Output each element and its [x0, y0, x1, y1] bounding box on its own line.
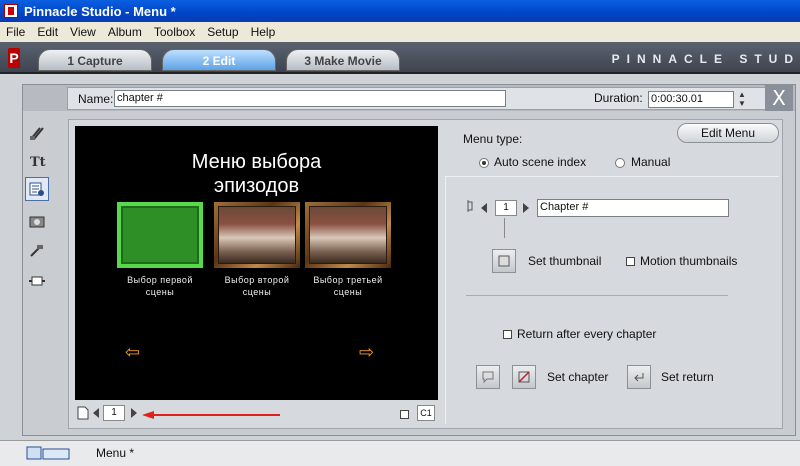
tab-capture[interactable]: 1 Capture [38, 49, 152, 71]
svg-text:Tt: Tt [30, 155, 46, 170]
set-chapter-button[interactable] [512, 365, 536, 389]
set-return-button[interactable] [627, 365, 651, 389]
auto-scene-index-label: Auto scene index [494, 155, 587, 169]
prev-chapter-icon[interactable] [481, 203, 487, 213]
set-chapter-icon [518, 371, 530, 383]
menu-toolbox-icon[interactable] [25, 177, 49, 201]
menu-title-line-2: эпизодов [213, 175, 300, 197]
effects-toolbox-icon[interactable] [25, 269, 49, 293]
motion-thumbnails-label: Motion thumbnails [640, 254, 738, 268]
menu-setup[interactable]: Setup [201, 25, 244, 39]
menu-view[interactable]: View [64, 25, 102, 39]
chapter-connector-line [504, 218, 505, 238]
return-after-every-chapter-label: Return after every chapter [517, 327, 657, 341]
menu-help[interactable]: Help [245, 25, 282, 39]
chapter-thumbnail-1[interactable] [117, 202, 203, 268]
duration-field[interactable]: 0:00:30.01 [648, 91, 734, 108]
timeline-view-icon[interactable] [26, 445, 72, 463]
menu-preview: Меню выбора эпизодов Выбор первой сцены В… [75, 126, 438, 400]
menu-type-label: Menu type: [463, 132, 523, 146]
menu-toolbox[interactable]: Toolbox [148, 25, 201, 39]
chapter-index-field[interactable]: 1 [495, 200, 517, 216]
previous-page-arrow-icon[interactable]: ⇦ [125, 342, 140, 363]
menu-album[interactable]: Album [102, 25, 148, 39]
pinnacle-logo-icon: P [8, 48, 20, 68]
set-thumbnail-label: Set thumbnail [528, 254, 602, 268]
page-icon [77, 406, 89, 420]
next-page-icon[interactable] [131, 408, 137, 418]
window-title: Pinnacle Studio - Menu * [24, 3, 176, 19]
editor-header: Name: chapter # Duration: 0:00:30.01 ▲ ▼ … [23, 85, 795, 111]
name-label: Name: [78, 92, 114, 106]
menu-edit[interactable]: Edit [31, 25, 64, 39]
menu-preview-title: Меню выбора эпизодов [75, 150, 438, 198]
close-button[interactable]: X [765, 85, 793, 111]
title-toolbox-icon[interactable]: Tt [25, 149, 49, 173]
toolbox-column: Tt [23, 113, 51, 435]
tab-edit[interactable]: 2 Edit [162, 49, 276, 71]
tab-make-movie[interactable]: 3 Make Movie [286, 49, 400, 71]
preview-checkbox[interactable] [400, 410, 409, 419]
thumbnail-caption-2: Выбор второй сцены [224, 275, 290, 297]
return-arrow-icon [634, 373, 644, 382]
window-title-bar: Pinnacle Studio - Menu * [0, 0, 800, 22]
set-thumbnail-button[interactable] [492, 249, 516, 273]
thumbnail-caption-3: Выбор третьей сцены [313, 275, 383, 297]
prev-page-icon[interactable] [93, 408, 99, 418]
duration-label: Duration: [594, 91, 643, 105]
speech-bubble-icon [482, 371, 494, 384]
brand-wordmark: PINNACLE STUD [611, 52, 800, 66]
menu-editor-panel: Меню выбора эпизодов Выбор первой сцены В… [68, 119, 783, 429]
timeline-clip-label: Menu * [96, 446, 135, 460]
next-page-arrow-icon[interactable]: ⇨ [359, 342, 374, 363]
chapter-comment-button[interactable] [476, 365, 500, 389]
name-field[interactable]: chapter # [114, 90, 506, 107]
duration-spinner-icon[interactable]: ▲ ▼ [738, 90, 746, 108]
menu-bar: File Edit View Album Toolbox Setup Help [0, 22, 800, 42]
timeline-bar: Menu * [0, 440, 800, 466]
name-duration-bar: Name: chapter # Duration: 0:00:30.01 ▲ ▼ [67, 87, 772, 110]
chapter-badge: C1 [417, 405, 435, 421]
annotation-red-arrow [142, 411, 280, 419]
manual-radio[interactable] [615, 158, 625, 168]
manual-label: Manual [631, 155, 671, 169]
menu-file[interactable]: File [0, 25, 31, 39]
set-return-label: Set return [661, 370, 714, 384]
thumbnail-caption-1: Выбор первой сцены [127, 275, 193, 297]
menu-title-line-1: Меню выбора [191, 151, 322, 173]
chapter-link-icon [467, 200, 473, 212]
thumbnail-icon [498, 255, 510, 267]
chapter-thumbnail-2[interactable] [214, 202, 300, 268]
audio-toolbox-icon[interactable] [25, 239, 49, 263]
set-chapter-label: Set chapter [547, 370, 609, 384]
photo-toolbox-icon[interactable] [25, 209, 49, 233]
edit-menu-button[interactable]: Edit Menu [677, 123, 779, 143]
next-chapter-icon[interactable] [523, 203, 529, 213]
app-icon [4, 4, 18, 18]
menu-editor-workspace: Name: chapter # Duration: 0:00:30.01 ▲ ▼ … [22, 84, 796, 436]
motion-thumbnails-checkbox[interactable] [626, 257, 635, 266]
return-after-every-chapter-checkbox[interactable] [503, 330, 512, 339]
mode-tab-strip: P 1 Capture 2 Edit 3 Make Movie PINNACLE… [0, 42, 800, 74]
chapter-settings-pane: 1 Chapter # Set thumbnail Motion thumbna… [445, 176, 779, 424]
auto-scene-index-radio[interactable] [479, 158, 489, 168]
pane-divider [466, 295, 728, 296]
chapter-thumbnail-3[interactable] [305, 202, 391, 268]
chapter-name-field[interactable]: Chapter # [537, 199, 729, 217]
video-toolbox-icon[interactable] [25, 121, 49, 145]
page-number-field[interactable]: 1 [103, 405, 125, 421]
